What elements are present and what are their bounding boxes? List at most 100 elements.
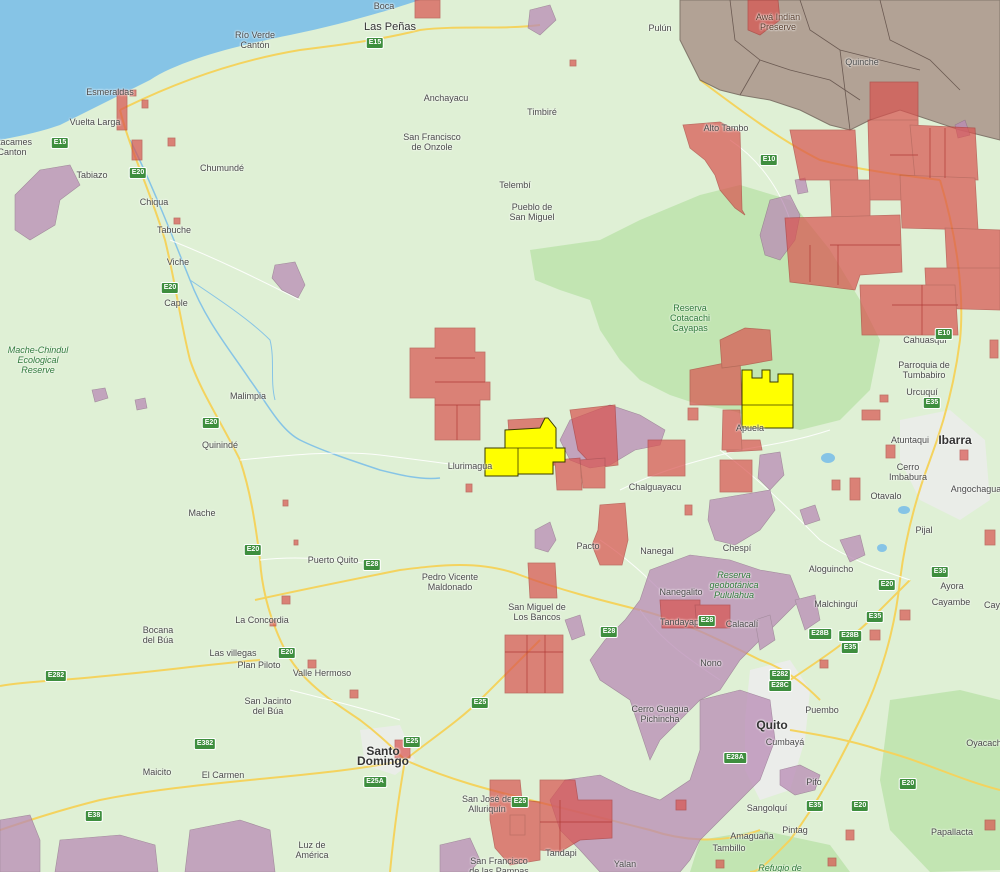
- place-label: Refugio de: [758, 863, 802, 872]
- place-label: Sangolquí: [746, 803, 788, 813]
- place-label: Mache-Chindul Ecological Reserve: [7, 345, 69, 375]
- place-label: Nono: [700, 658, 722, 668]
- place-label: Pueblo de San Miguel: [509, 202, 555, 222]
- place-label: Mache: [188, 508, 216, 518]
- place-label: Papallacta: [930, 827, 974, 837]
- place-label: Vuelta Larga: [69, 117, 121, 127]
- place-label: Valle Hermoso: [292, 668, 352, 678]
- place-label: Malchinguí: [814, 599, 858, 609]
- road-shield: E35: [840, 642, 860, 654]
- place-label: Ibarra: [938, 433, 972, 447]
- place-label: Maicito: [142, 767, 172, 777]
- road-shield: E20: [850, 800, 870, 812]
- road-shield: E10: [934, 328, 954, 340]
- road-shield: E35: [930, 566, 950, 578]
- road-shield: E282: [44, 670, 68, 682]
- place-label: Chiqua: [139, 197, 169, 207]
- road-shield: E25: [470, 697, 490, 709]
- road-shield: E35: [865, 611, 885, 623]
- place-label: Quinindé: [201, 440, 239, 450]
- place-label: Chalguayacu: [628, 482, 682, 492]
- road-shield: E10: [759, 154, 779, 166]
- place-label: Puerto Quito: [307, 555, 359, 565]
- place-label: Llurimagua: [447, 461, 493, 471]
- road-shield: E20: [160, 282, 180, 294]
- place-label: Tabuche: [156, 225, 192, 235]
- place-label: Pintag: [782, 825, 808, 835]
- lake-3: [877, 544, 887, 552]
- road-shield: E20: [898, 778, 918, 790]
- place-label: Luz de América: [295, 840, 329, 860]
- place-label: San Jacinto del Búa: [244, 696, 292, 716]
- place-label: Tandapi: [545, 848, 577, 858]
- place-label: Tambillo: [712, 843, 746, 853]
- road-shield: E15: [365, 37, 385, 49]
- place-label: Atacames Canton: [0, 137, 33, 157]
- road-shield: E38: [84, 810, 104, 822]
- place-label: Caple: [164, 298, 188, 308]
- road-shield: E20: [201, 417, 221, 429]
- place-label: Chumundé: [199, 163, 245, 173]
- road-shield: E25A: [363, 776, 387, 788]
- place-label: Apuela: [735, 423, 765, 433]
- place-label: Puembo: [805, 705, 839, 715]
- road-shield: E35: [922, 397, 942, 409]
- road-shield: E20: [128, 167, 148, 179]
- place-label: Timbiré: [527, 107, 557, 117]
- place-label: San José de Alluriquín: [461, 794, 513, 814]
- road-shield: E28: [599, 626, 619, 638]
- road-shield: E28: [697, 615, 717, 627]
- place-label: El Carmen: [201, 770, 245, 780]
- place-label: Parroquia de Tumbabiro: [898, 360, 950, 380]
- place-label: Pedro Vicente Maldonado: [421, 572, 479, 592]
- place-label: Boca: [373, 1, 395, 11]
- place-label: Río Verde Cantón: [234, 30, 276, 50]
- place-label: Angochagua: [950, 484, 1000, 494]
- place-label: Awá Indian Preserve: [755, 12, 801, 32]
- place-label: Alto Tambo: [703, 123, 749, 133]
- place-label: Reserva geobotánica Pululahua: [709, 570, 759, 600]
- lake-2: [898, 506, 910, 514]
- road-shield: E28B: [838, 630, 862, 642]
- place-label: Las Peñas: [364, 21, 416, 33]
- road-shield: E20: [243, 544, 263, 556]
- road-shield: E35: [805, 800, 825, 812]
- place-label: Yalan: [613, 859, 637, 869]
- place-label: Anchayacu: [423, 93, 469, 103]
- road-shield: E25: [510, 796, 530, 808]
- road-shield: E20: [277, 647, 297, 659]
- place-label: Oyacachi: [966, 738, 1000, 748]
- road-shield: E25: [402, 736, 422, 748]
- place-label: Cumbayá: [765, 737, 805, 747]
- place-label: Atuntaqui: [890, 435, 930, 445]
- place-label: Calacalí: [725, 619, 759, 629]
- road-shield: E28B: [808, 628, 832, 640]
- place-label: Telembí: [499, 180, 531, 190]
- place-label: Cayambe: [931, 597, 971, 607]
- place-label: Quito: [756, 718, 788, 732]
- place-label: Pifo: [806, 777, 822, 787]
- lake: [821, 453, 835, 463]
- place-label: Viche: [166, 257, 190, 267]
- place-label: Tabiazo: [76, 170, 108, 180]
- road-shield: E382: [193, 738, 217, 750]
- place-label: Quinche: [845, 57, 879, 67]
- place-label: Pijal: [915, 525, 933, 535]
- place-label: Nanegal: [640, 546, 674, 556]
- place-label: Nanegalito: [659, 587, 703, 597]
- road-shield: E28A: [723, 752, 747, 764]
- place-label: Plan Piloto: [237, 660, 281, 670]
- place-label: San Miguel de Los Bancos: [508, 602, 566, 622]
- place-label: Pulún: [648, 23, 672, 33]
- place-label: Urcuquí: [906, 387, 938, 397]
- place-label: Cerro Imbabura: [888, 462, 928, 482]
- place-label: Reserva Cotacachi Cayapas: [669, 303, 711, 333]
- place-label: Cerro Guagua Pichincha: [631, 704, 689, 724]
- place-label: Las villegas: [209, 648, 257, 658]
- place-label: Amaguaña: [730, 831, 774, 841]
- map-base-layer: [0, 0, 1000, 872]
- place-label: Esmeraldas: [86, 87, 134, 97]
- map-viewport[interactable]: Las Peñas Río Verde Cantón Esmeraldas Vuelt…: [0, 0, 1000, 872]
- road-shield: E20: [877, 579, 897, 591]
- place-label: Aloguincho: [808, 564, 854, 574]
